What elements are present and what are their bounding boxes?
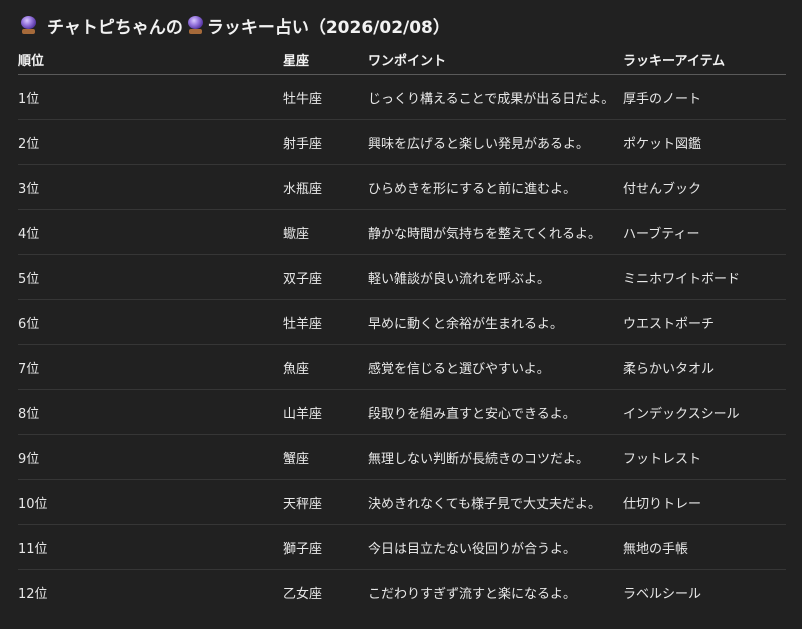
table-row: 3位 水瓶座 ひらめきを形にすると前に進むよ。 付せんブック [18,164,786,210]
cell-sign: 蠍座 [283,209,368,255]
cell-sign: 山羊座 [283,389,368,435]
cell-tip: 無理しない判断が長続きのコツだよ。 [368,434,623,480]
cell-tip: 今日は目立たない役回りが合うよ。 [368,524,623,570]
cell-lucky-item: 仕切りトレー [623,479,786,525]
cell-lucky-item: 無地の手帳 [623,524,786,570]
column-header-lucky-item: ラッキーアイテム [623,44,786,75]
cell-sign: 牡羊座 [283,299,368,345]
cell-lucky-item: 柔らかいタオル [623,344,786,390]
cell-rank: 9位 [18,434,283,480]
cell-lucky-item: 付せんブック [623,164,786,210]
cell-tip: 感覚を信じると選びやすいよ。 [368,344,623,390]
column-header-rank: 順位 [18,44,283,75]
cell-lucky-item: フットレスト [623,434,786,480]
cell-sign: 乙女座 [283,586,323,602]
cell-rank: 5位 [18,254,283,300]
horoscope-ranking-table: 順位 星座 ワンポイント ラッキーアイテム 1位 牡牛座 じっくり構えることで成果が… [18,44,786,614]
cell-tip: こだわりすぎず流すと楽になるよ。 [368,586,577,602]
page-title: チャトピちゃんの ラッキー占い（2026/02/08） [20,12,450,38]
crystal-ball-icon [20,15,37,35]
cell-rank: 11位 [18,524,283,570]
cell-tip: 静かな時間が気持ちを整えてくれるよ。 [368,209,623,255]
table-row: 5位 双子座 軽い雑談が良い流れを呼ぶよ。 ミニホワイトボード [18,254,786,300]
crystal-ball-icon [187,15,204,35]
cell-tip: 決めきれなくても様子見で大丈夫だよ。 [368,479,623,525]
table-row: 8位 山羊座 段取りを組み直すと安心できるよ。 インデックスシール [18,389,786,435]
title-suffix: ラッキー占い（2026/02/08） [206,17,450,38]
cell-rank: 2位 [18,119,283,165]
column-header-sign: 星座 [283,44,368,75]
table-row: 10位 天秤座 決めきれなくても様子見で大丈夫だよ。 仕切りトレー [18,479,786,525]
cell-lucky-item: ハーブティー [623,209,786,255]
table-row: 4位 蠍座 静かな時間が気持ちを整えてくれるよ。 ハーブティー [18,209,786,255]
cell-tip: 軽い雑談が良い流れを呼ぶよ。 [368,254,623,300]
cell-tip: 段取りを組み直すと安心できるよ。 [368,389,623,435]
table-row: 9位 蟹座 無理しない判断が長続きのコツだよ。 フットレスト [18,434,786,480]
table-row: 2位 射手座 興味を広げると楽しい発見があるよ。 ポケット図鑑 [18,119,786,165]
table-row: 6位 牡羊座 早めに動くと余裕が生まれるよ。 ウエストポーチ [18,299,786,345]
table-row: 7位 魚座 感覚を信じると選びやすいよ。 柔らかいタオル [18,344,786,390]
cell-sign: 獅子座 [283,524,368,570]
cell-sign: 水瓶座 [283,164,368,210]
cell-lucky-item: 厚手のノート [623,74,786,120]
cell-lucky-item: ラベルシール [623,586,702,602]
cell-rank: 12位 [18,586,48,602]
cell-lucky-item: ミニホワイトボード [623,254,786,300]
cell-rank: 10位 [18,479,283,525]
table-row: 12位 乙女座 こだわりすぎず流すと楽になるよ。 ラベルシール [18,570,786,615]
cell-lucky-item: ポケット図鑑 [623,119,786,165]
cell-lucky-item: ウエストポーチ [623,299,786,345]
cell-rank: 8位 [18,389,283,435]
cell-sign: 牡牛座 [283,74,368,120]
cell-tip: 早めに動くと余裕が生まれるよ。 [368,299,623,345]
cell-sign: 魚座 [283,344,368,390]
cell-sign: 天秤座 [283,479,368,525]
cell-tip: 興味を広げると楽しい発見があるよ。 [368,119,623,165]
cell-tip: ひらめきを形にすると前に進むよ。 [368,164,623,210]
cell-rank: 1位 [18,74,283,120]
cell-rank: 7位 [18,344,283,390]
cell-tip: じっくり構えることで成果が出る日だよ。 [368,74,623,120]
cell-sign: 射手座 [283,119,368,165]
cell-rank: 4位 [18,209,283,255]
cell-rank: 6位 [18,299,283,345]
table-header-row: 順位 星座 ワンポイント ラッキーアイテム [18,44,786,75]
cell-sign: 蟹座 [283,434,368,480]
table-row: 11位 獅子座 今日は目立たない役回りが合うよ。 無地の手帳 [18,524,786,570]
cell-lucky-item: インデックスシール [623,389,786,435]
cell-sign: 双子座 [283,254,368,300]
title-prefix: チャトピちゃんの [47,17,183,38]
cell-rank: 3位 [18,164,283,210]
column-header-tip: ワンポイント [368,44,623,75]
table-row: 1位 牡牛座 じっくり構えることで成果が出る日だよ。 厚手のノート [18,74,786,120]
